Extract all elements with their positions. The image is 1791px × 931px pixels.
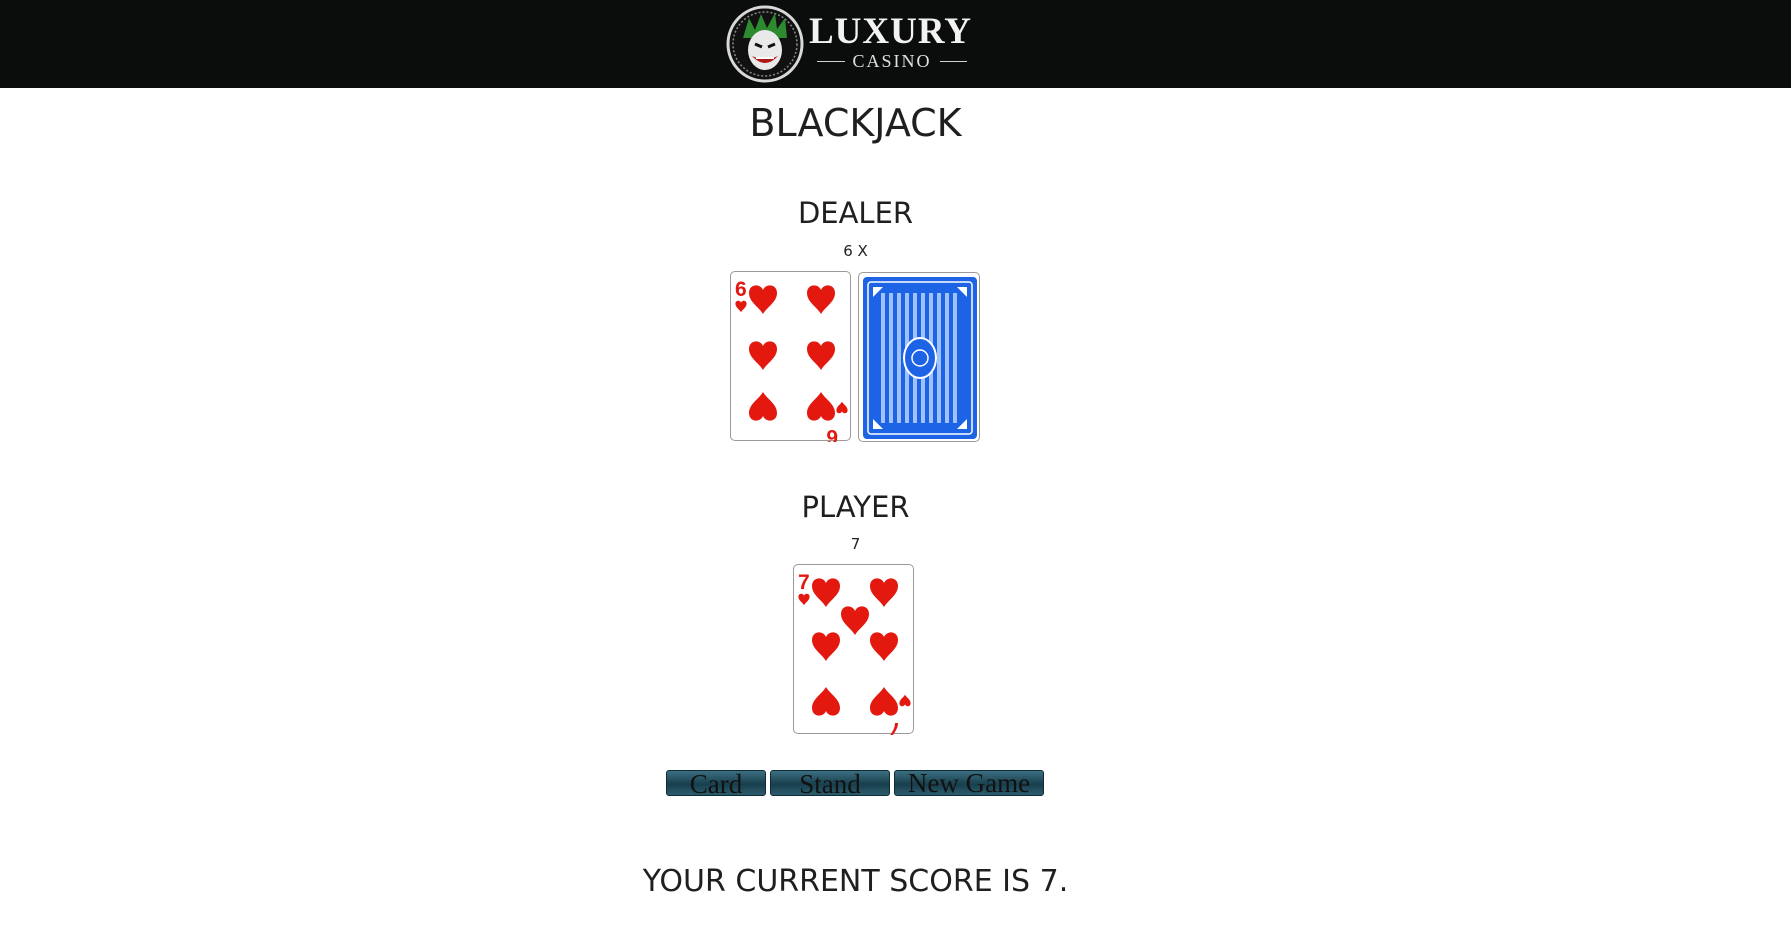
current-score-message: YOUR CURRENT SCORE IS 7. — [642, 864, 1069, 899]
player-heading: PLAYER — [801, 490, 910, 524]
top-header-bar: LUXURY CASINO — [0, 0, 1791, 88]
dealer-card-face-down — [858, 272, 980, 442]
six-of-hearts-face: 6 6 — [735, 278, 848, 442]
seven-of-hearts-face: 7 7 — [798, 571, 911, 735]
casino-logo[interactable]: LUXURY CASINO — [725, 4, 985, 84]
card-rank-label: 7 — [798, 571, 810, 594]
logo-subtitle: CASINO — [817, 50, 968, 72]
logo-rule-right — [939, 60, 968, 62]
logo-rule-left — [817, 60, 845, 62]
logo-subtitle-text: CASINO — [852, 50, 932, 71]
card-rank-label-inverted: 7 — [889, 718, 901, 735]
dealer-heading: DEALER — [797, 196, 914, 230]
page-title: BLACKJACK — [749, 101, 962, 145]
card-button[interactable]: Card — [666, 770, 766, 798]
stand-button[interactable]: Stand — [770, 770, 890, 798]
logo-wordmark: LUXURY — [809, 11, 972, 52]
dealer-card-six-of-hearts: 6 6 — [730, 271, 851, 442]
card-back-pattern-icon — [863, 277, 977, 439]
player-hand-value: 7 — [850, 535, 861, 553]
player-card-seven-of-hearts: 7 7 — [793, 564, 914, 735]
new-game-button[interactable]: New Game — [894, 770, 1044, 797]
dealer-hand-value: 6 X — [843, 242, 868, 260]
joker-emblem-icon — [726, 5, 804, 83]
card-rank-label-inverted: 6 — [826, 425, 838, 442]
card-rank-label: 6 — [735, 278, 747, 301]
